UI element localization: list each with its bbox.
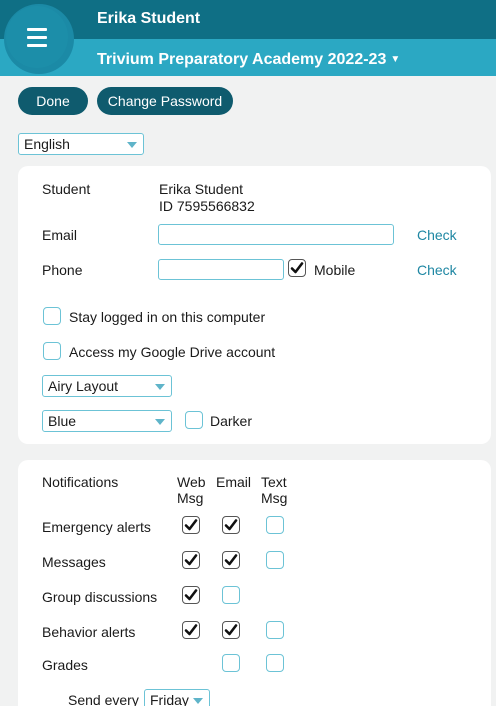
layout-select[interactable]: Airy Layout <box>42 375 172 397</box>
stay-logged-in-label: Stay logged in on this computer <box>69 309 266 325</box>
change-password-button[interactable]: Change Password <box>97 87 233 115</box>
user-name: Erika Student <box>97 10 201 27</box>
mobile-label: Mobile <box>314 262 356 278</box>
theme-select[interactable]: Blue <box>42 410 172 432</box>
col-header-web: Msg <box>177 490 204 506</box>
text-msg-checkbox[interactable] <box>266 654 284 672</box>
phone-field[interactable] <box>158 259 284 280</box>
menu-icon-line <box>27 43 47 47</box>
school-name: Trivium Preparatory Academy 2022-23 <box>97 51 387 68</box>
stay-logged-in-checkbox[interactable] <box>43 307 61 325</box>
dropdown-arrow-icon <box>127 142 137 148</box>
menu-button[interactable] <box>6 6 68 68</box>
col-header-email: Email <box>216 474 252 490</box>
text-msg-checkbox[interactable] <box>266 621 284 639</box>
checkmark-icon <box>290 262 304 274</box>
dropdown-arrow-icon <box>193 698 203 704</box>
language-selected: English <box>24 136 70 152</box>
text-msg-checkbox[interactable] <box>266 551 284 569</box>
checkmark-icon <box>184 554 198 566</box>
notification-row-label: Emergency alerts <box>42 519 151 535</box>
email-label: Email <box>42 227 78 243</box>
language-select[interactable]: English <box>18 133 144 155</box>
checkmark-icon <box>224 554 238 566</box>
menu-icon-line <box>27 27 47 31</box>
phone-label: Phone <box>42 262 83 278</box>
student-label: Student <box>42 181 91 197</box>
email-checkbox[interactable] <box>222 654 240 672</box>
web-msg-checkbox[interactable] <box>182 516 200 534</box>
notification-row-label: Messages <box>42 554 106 570</box>
web-msg-checkbox[interactable] <box>182 586 200 604</box>
google-drive-label: Access my Google Drive account <box>69 344 276 360</box>
mobile-checkbox[interactable] <box>288 259 306 277</box>
checkmark-icon <box>184 519 198 531</box>
darker-label: Darker <box>210 413 253 429</box>
checkmark-icon <box>184 589 198 601</box>
notifications-card: Notifications Web Msg Email Text Msg Eme… <box>18 460 491 706</box>
web-msg-checkbox[interactable] <box>182 551 200 569</box>
col-header-text: Text <box>261 474 287 490</box>
dropdown-arrow-icon <box>155 419 165 425</box>
checkmark-icon <box>184 624 198 636</box>
email-field[interactable] <box>158 224 394 245</box>
notifications-title: Notifications <box>42 474 119 490</box>
menu-icon-line <box>27 35 47 39</box>
theme-selected: Blue <box>48 413 77 429</box>
col-header-web: Web <box>177 474 206 490</box>
email-checkbox[interactable] <box>222 516 240 534</box>
school-year-selector[interactable]: Trivium Preparatory Academy 2022-23 ▼ <box>97 51 400 69</box>
done-button[interactable]: Done <box>18 87 88 115</box>
col-header-text: Msg <box>261 490 288 506</box>
checkmark-icon <box>224 624 238 636</box>
header-top-bar <box>0 0 496 39</box>
web-msg-checkbox[interactable] <box>182 621 200 639</box>
student-id: ID 7595566832 <box>159 198 255 214</box>
dropdown-arrow-icon <box>155 384 165 390</box>
darker-checkbox[interactable] <box>185 411 203 429</box>
email-checkbox[interactable] <box>222 551 240 569</box>
profile-card: Student Erika Student ID 7595566832 Emai… <box>18 166 491 444</box>
student-name: Erika Student <box>159 181 244 197</box>
email-check-link[interactable]: Check <box>417 227 457 243</box>
checkmark-icon <box>224 519 238 531</box>
notification-row-label: Group discussions <box>42 589 158 605</box>
email-checkbox[interactable] <box>222 586 240 604</box>
google-drive-checkbox[interactable] <box>43 342 61 360</box>
chevron-down-icon: ▼ <box>390 54 401 65</box>
app-header: Erika Student Trivium Preparatory Academ… <box>0 0 496 76</box>
email-checkbox[interactable] <box>222 621 240 639</box>
send-every-label: Send every <box>68 692 139 706</box>
phone-check-link[interactable]: Check <box>417 262 457 278</box>
layout-selected: Airy Layout <box>48 378 119 394</box>
send-every-selected: Friday <box>150 692 189 706</box>
send-every-select[interactable]: Friday <box>144 689 210 706</box>
notification-row-label: Grades <box>42 657 88 673</box>
text-msg-checkbox[interactable] <box>266 516 284 534</box>
notification-row-label: Behavior alerts <box>42 624 136 640</box>
